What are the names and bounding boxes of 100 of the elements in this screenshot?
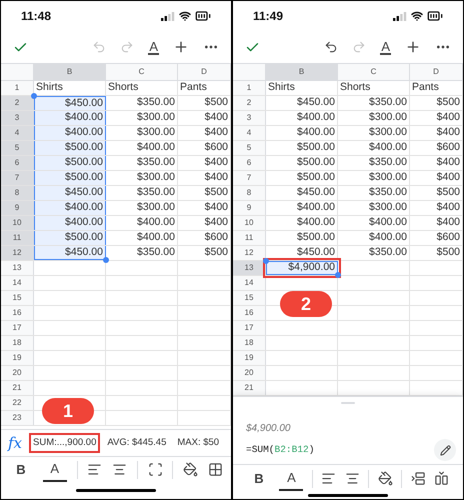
align-left-icon[interactable] [321,471,336,486]
align-center-icon[interactable] [344,471,360,486]
row-header[interactable]: 1 [233,81,266,95]
table-cell[interactable]: $600 [178,231,231,245]
row-header[interactable]: 12 [233,246,266,260]
paint-bucket-icon[interactable] [378,471,393,486]
row-header[interactable]: 21 [233,381,266,395]
row-header[interactable]: 9 [1,201,34,215]
row-header[interactable]: 1 [1,81,34,95]
table-cell[interactable]: $400.00 [34,126,106,140]
insert-row-icon[interactable] [410,471,426,486]
table-cell[interactable]: $600 [410,141,463,155]
table-cell[interactable]: $350.00 [338,246,410,260]
table-cell[interactable]: $500.00 [34,156,106,170]
row-header[interactable]: 11 [1,231,34,245]
undo-icon[interactable] [324,40,338,54]
insert-column-icon[interactable] [434,471,449,486]
table-cell[interactable]: $4,900.00 [266,261,338,275]
text-format-button[interactable]: A [380,40,391,54]
add-icon[interactable] [173,39,189,55]
row-header[interactable]: 19 [1,351,34,365]
row-header[interactable]: 15 [1,291,34,305]
table-cell[interactable]: $400 [410,126,463,140]
table-cell[interactable]: $400 [178,216,231,230]
column-header[interactable]: D [178,64,231,80]
row-header[interactable]: 6 [1,156,34,170]
row-header[interactable]: 5 [233,141,266,155]
table-cell[interactable]: $400 [178,126,231,140]
row-header[interactable]: 16 [1,306,34,320]
row-header[interactable]: 13 [1,261,34,275]
table-cell[interactable]: $400 [410,216,463,230]
row-header[interactable]: 17 [1,321,34,335]
table-cell[interactable]: $500.00 [266,231,338,245]
table-cell[interactable]: $400 [410,111,463,125]
row-header[interactable]: 3 [233,111,266,125]
row-header[interactable]: 20 [1,366,34,380]
row-header[interactable]: 16 [233,306,266,320]
table-cell[interactable]: $400.00 [106,216,178,230]
table-cell[interactable]: $350.00 [106,246,178,260]
row-header[interactable]: 13 [233,261,266,275]
table-cell[interactable]: $350.00 [106,186,178,200]
table-cell[interactable]: $400.00 [266,216,338,230]
table-cell[interactable]: $300.00 [106,111,178,125]
table-cell[interactable]: $300.00 [106,201,178,215]
row-header[interactable]: 6 [233,156,266,170]
table-cell[interactable]: $500.00 [266,141,338,155]
table-cell[interactable]: $400.00 [266,126,338,140]
table-cell[interactable]: $450.00 [34,246,106,260]
merge-icon[interactable] [148,462,163,477]
table-cell[interactable]: $500 [410,246,463,260]
bold-button[interactable]: B [247,466,271,490]
table-cell[interactable]: $400.00 [34,216,106,230]
row-header[interactable]: 7 [1,171,34,185]
table-cell[interactable]: $300.00 [106,126,178,140]
table-cell[interactable]: $400 [178,111,231,125]
column-header[interactable]: C [338,64,410,80]
table-cell[interactable]: $500 [178,186,231,200]
table-cell[interactable]: $350.00 [106,156,178,170]
table-cell[interactable]: $400.00 [266,111,338,125]
table-cell[interactable]: $500 [178,96,231,110]
table-cell[interactable]: $400.00 [338,216,410,230]
column-header[interactable]: B [34,64,106,80]
row-header[interactable]: 15 [233,291,266,305]
table-cell[interactable]: $400 [178,201,231,215]
table-cell[interactable]: $500.00 [34,171,106,185]
table-cell[interactable]: $350.00 [338,186,410,200]
table-cell[interactable]: $400.00 [266,201,338,215]
column-header[interactable]: C [106,64,178,80]
row-header[interactable]: 14 [233,276,266,290]
table-cell[interactable]: $400.00 [338,231,410,245]
row-header[interactable]: 11 [233,231,266,245]
table-cell[interactable]: $500.00 [34,231,106,245]
row-header[interactable]: 17 [233,321,266,335]
row-header[interactable]: 10 [233,216,266,230]
table-cell[interactable]: Shirts [266,81,338,95]
text-color-button[interactable]: A [42,458,67,482]
table-cell[interactable]: $400 [178,171,231,185]
bold-button[interactable]: B [9,458,33,482]
row-header[interactable]: 18 [233,336,266,350]
table-cell[interactable]: $400 [410,171,463,185]
row-header[interactable]: 23 [1,411,34,425]
table-cell[interactable]: $450.00 [34,186,106,200]
row-header[interactable]: 10 [1,216,34,230]
row-header[interactable]: 12 [1,246,34,260]
table-cell[interactable]: $400.00 [338,141,410,155]
formula-text[interactable]: =SUM(B2:B12) [246,442,314,458]
table-cell[interactable]: $400.00 [106,231,178,245]
text-format-button[interactable]: A [148,40,159,54]
table-cell[interactable]: $350.00 [338,156,410,170]
table-cell[interactable]: Pants [410,81,463,95]
row-header[interactable]: 22 [1,396,34,410]
table-cell[interactable]: $300.00 [338,171,410,185]
table-cell[interactable]: $500 [410,96,463,110]
table-cell[interactable]: $600 [178,141,231,155]
table-cell[interactable]: $400 [410,201,463,215]
row-header[interactable]: 7 [233,171,266,185]
table-cell[interactable]: $400.00 [34,201,106,215]
table-cell[interactable]: $350.00 [338,96,410,110]
align-left-icon[interactable] [87,462,102,477]
table-cell[interactable]: Pants [178,81,231,95]
